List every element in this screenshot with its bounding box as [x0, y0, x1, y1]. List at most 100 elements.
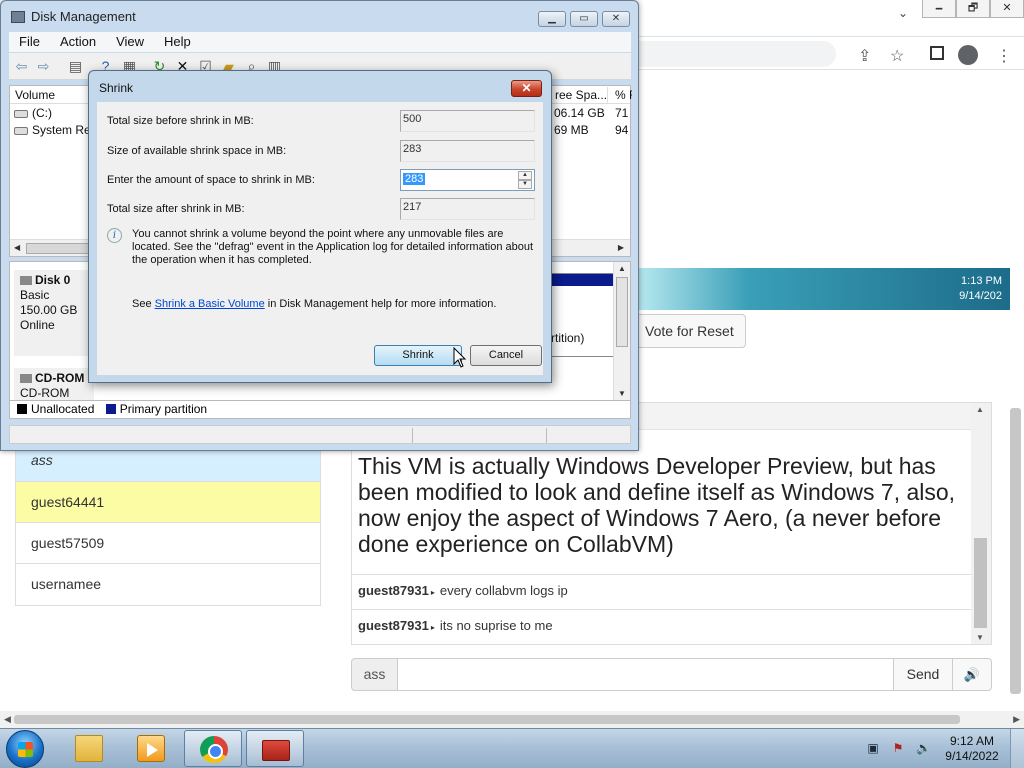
shrink-dialog: Shrink ✕ Total size before shrink in MB:…: [88, 70, 552, 383]
chat-text: every collabvm logs ip: [439, 583, 568, 598]
taskbar: ▣ ⚑ 🔈 9:12 AM 9/14/2022: [0, 728, 1024, 768]
send-button[interactable]: Send: [893, 658, 953, 691]
scroll-down-arrow-icon[interactable]: ▼: [976, 633, 984, 642]
share-icon[interactable]: ⇪: [858, 46, 871, 66]
menu-kebab-icon[interactable]: ⋮: [996, 46, 1012, 66]
chrome-icon: [200, 736, 228, 763]
shrink-dialog-title[interactable]: Shrink: [99, 81, 133, 95]
shrink-amount-label: Enter the amount of space to shrink in M…: [107, 174, 315, 186]
back-arrow-icon[interactable]: ⇦: [13, 59, 30, 74]
total-after-row: Total size after shrink in MB: 217: [107, 198, 537, 222]
chat-scroll-thumb[interactable]: [974, 538, 987, 628]
browser-close-button[interactable]: ✕: [990, 0, 1024, 18]
user-list-item[interactable]: usernamee: [16, 563, 320, 604]
dm-minimize-button[interactable]: ▁: [538, 11, 566, 27]
taskbar-explorer[interactable]: [60, 730, 118, 767]
disk-vscroll-thumb[interactable]: [616, 277, 628, 347]
drive-icon: [14, 126, 28, 135]
column-percent-free[interactable]: % F: [610, 87, 632, 103]
scroll-right-arrow-icon[interactable]: ▶: [1013, 714, 1020, 725]
chat-username[interactable]: guest87931: [358, 618, 429, 633]
scroll-left-arrow-icon[interactable]: ◀: [4, 714, 11, 725]
disk-size: 150.00 GB: [20, 303, 78, 317]
network-icon[interactable]: ▣: [866, 742, 880, 755]
available-space-value: 283: [400, 140, 535, 162]
page-hscroll-thumb[interactable]: [14, 715, 960, 724]
page-horizontal-scrollbar[interactable]: ◀ ▶: [0, 711, 1024, 728]
total-after-label: Total size after shrink in MB:: [107, 203, 245, 215]
chat-scrollbar[interactable]: ▲ ▼: [971, 403, 991, 644]
disk-management-icon: [11, 10, 25, 23]
column-volume[interactable]: Volume: [10, 87, 90, 103]
browser-restore-button[interactable]: 🗗: [956, 0, 990, 18]
partition-block[interactable]: rtition): [544, 273, 619, 357]
start-button[interactable]: [6, 730, 44, 768]
volume-icon[interactable]: 🔊: [952, 658, 992, 691]
tab-search-chevron-icon[interactable]: ⌄: [898, 6, 908, 20]
disk-view-vscrollbar[interactable]: ▲ ▼: [613, 262, 630, 400]
info-icon: i: [107, 228, 122, 243]
dm-close-button[interactable]: ✕: [602, 11, 630, 27]
status-separator: [412, 428, 413, 443]
user-list-item[interactable]: guest57509: [16, 522, 320, 563]
taskbar-clock[interactable]: 9:12 AM 9/14/2022: [942, 734, 1002, 764]
bookmark-star-icon[interactable]: ☆: [890, 46, 904, 66]
taskbar-chrome[interactable]: [184, 730, 242, 767]
shrink-close-button[interactable]: ✕: [511, 80, 542, 97]
shrink-info-text: You cannot shrink a volume beyond the po…: [132, 228, 534, 266]
menu-help[interactable]: Help: [154, 32, 201, 52]
vote-reset-button[interactable]: Vote for Reset: [636, 314, 746, 348]
dm-titlebar[interactable]: Disk Management: [11, 9, 136, 24]
page-vscroll-thumb[interactable]: [1010, 408, 1021, 694]
shrink-amount-row: Enter the amount of space to shrink in M…: [107, 169, 537, 193]
user-list-item[interactable]: guest64441: [16, 481, 320, 522]
side-panel-icon[interactable]: [930, 46, 944, 60]
shrink-amount-spinbox[interactable]: 283 ▲ ▼: [400, 169, 535, 191]
shrink-amount-input[interactable]: 283: [403, 173, 426, 185]
cdrom-label[interactable]: CD-ROM CD-ROM (D:): [14, 368, 94, 400]
show-desktop-button[interactable]: [1010, 729, 1024, 768]
spin-up-arrow-icon[interactable]: ▲: [518, 171, 532, 180]
column-free-space[interactable]: ree Spa...: [550, 87, 608, 103]
folder-icon: [75, 735, 103, 762]
menu-file[interactable]: File: [9, 32, 50, 52]
volume-name: (C:): [32, 106, 52, 120]
shrink-help-link[interactable]: Shrink a Basic Volume: [155, 298, 265, 310]
scroll-up-arrow-icon[interactable]: ▲: [618, 264, 626, 273]
volume-hscroll-thumb[interactable]: [26, 243, 96, 254]
volume-icon[interactable]: 🔈: [916, 742, 931, 755]
chat-divider: [352, 609, 972, 610]
taskbar-disk-management[interactable]: [246, 730, 304, 767]
dm-window-controls: ▁ ▭ ✕: [538, 11, 630, 27]
chat-username[interactable]: guest87931: [358, 583, 429, 598]
taskbar-media-player[interactable]: [122, 730, 180, 767]
show-hide-tree-icon[interactable]: ▤: [67, 59, 84, 74]
address-bar[interactable]: [636, 41, 836, 67]
cancel-button[interactable]: Cancel: [470, 345, 542, 366]
scroll-left-arrow-icon[interactable]: ◀: [14, 243, 20, 252]
disk-0-label[interactable]: Disk 0 Basic 150.00 GB Online: [14, 270, 94, 356]
forward-arrow-icon[interactable]: ⇨: [35, 59, 52, 74]
chat-message: guest87931 ▸ every collabvm logs ip: [358, 583, 970, 598]
banner-time: 1:13 PM: [961, 275, 1002, 287]
disk-type: CD-ROM (D:): [20, 386, 70, 400]
scroll-up-arrow-icon[interactable]: ▲: [976, 405, 984, 414]
chat-input[interactable]: [397, 658, 894, 691]
scroll-right-arrow-icon[interactable]: ▶: [618, 243, 624, 252]
cdrom-icon: [20, 374, 32, 384]
menu-action[interactable]: Action: [50, 32, 106, 52]
page-vertical-scrollbar[interactable]: [1008, 402, 1024, 702]
shrink-help-text: See Shrink a Basic Volume in Disk Manage…: [132, 298, 496, 310]
profile-avatar[interactable]: [958, 45, 978, 65]
menu-view[interactable]: View: [106, 32, 154, 52]
partition-label: rtition): [551, 331, 585, 345]
scroll-down-arrow-icon[interactable]: ▼: [618, 389, 626, 398]
volume-free-space: 06.14 GB: [554, 106, 605, 120]
help-prefix: See: [132, 298, 155, 310]
spin-down-arrow-icon[interactable]: ▼: [518, 180, 532, 189]
dm-maximize-button[interactable]: ▭: [570, 11, 598, 27]
shrink-button[interactable]: Shrink: [374, 345, 462, 366]
volume-free-space: 69 MB: [554, 123, 589, 137]
action-center-icon[interactable]: ⚑: [891, 742, 905, 755]
browser-minimize-button[interactable]: 🗕: [922, 0, 956, 18]
